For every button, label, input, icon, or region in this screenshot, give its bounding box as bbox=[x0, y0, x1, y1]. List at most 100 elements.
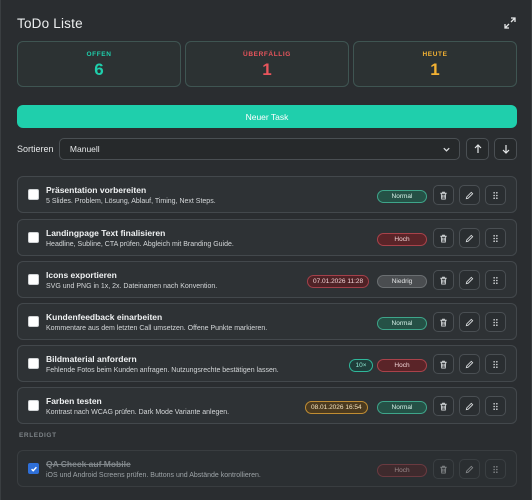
task-title: Bildmaterial anfordern bbox=[46, 354, 137, 364]
task-description: SVG und PNG in 1x, 2x. Dateinamen nach K… bbox=[46, 283, 218, 290]
task-description: Headline, Subline, CTA prüfen. Abgleich … bbox=[46, 241, 234, 248]
grip-icon bbox=[493, 234, 498, 242]
task-actions bbox=[433, 185, 506, 205]
task-actions bbox=[433, 354, 506, 374]
drag-handle[interactable] bbox=[485, 459, 506, 479]
edit-button[interactable] bbox=[459, 270, 480, 290]
stat-value: 1 bbox=[430, 59, 440, 79]
delete-button[interactable] bbox=[433, 354, 454, 374]
task-checkbox-checked[interactable] bbox=[28, 463, 39, 474]
arrow-down-icon bbox=[502, 144, 509, 154]
task-item[interactable]: Landingpage Text finalisieren Headline, … bbox=[17, 219, 517, 256]
header: ToDo Liste bbox=[17, 13, 517, 33]
edit-button[interactable] bbox=[459, 354, 480, 374]
sort-ascending-button[interactable] bbox=[466, 137, 490, 160]
drag-handle[interactable] bbox=[485, 270, 506, 290]
edit-button[interactable] bbox=[459, 228, 480, 248]
pencil-icon bbox=[465, 191, 474, 199]
stat-open: OFFEN 6 bbox=[17, 41, 181, 87]
drag-handle[interactable] bbox=[485, 185, 506, 205]
stat-label: HEUTE bbox=[422, 50, 448, 58]
grip-icon bbox=[493, 360, 498, 368]
task-title: QA Check auf Mobile bbox=[46, 459, 131, 469]
priority-badge: Normal bbox=[377, 317, 427, 330]
grip-icon bbox=[493, 276, 498, 284]
page-title: ToDo Liste bbox=[17, 15, 83, 31]
task-description: iOS und Android Screens prüfen. Buttons … bbox=[46, 472, 261, 479]
trash-icon bbox=[440, 465, 447, 474]
delete-button[interactable] bbox=[433, 270, 454, 290]
new-task-button[interactable]: Neuer Task bbox=[17, 105, 517, 128]
delete-button[interactable] bbox=[433, 312, 454, 332]
task-item[interactable]: Farben testen Kontrast nach WCAG prüfen.… bbox=[17, 387, 517, 424]
grip-icon bbox=[493, 402, 498, 410]
task-checkbox[interactable] bbox=[28, 316, 39, 327]
grip-icon bbox=[493, 465, 498, 473]
expand-icon[interactable] bbox=[503, 16, 517, 30]
edit-button[interactable] bbox=[459, 312, 480, 332]
task-item[interactable]: Bildmaterial anfordern Fehlende Fotos be… bbox=[17, 345, 517, 382]
task-item[interactable]: Icons exportieren SVG und PNG in 1x, 2x.… bbox=[17, 261, 517, 298]
task-description: 5 Slides. Problem, Lösung, Ablauf, Timin… bbox=[46, 198, 216, 205]
task-item[interactable]: Kundenfeedback einarbeiten Kommentare au… bbox=[17, 303, 517, 340]
stats-row: OFFEN 6 ÜBERFÄLLIG 1 HEUTE 1 bbox=[17, 41, 517, 87]
stat-label: ÜBERFÄLLIG bbox=[243, 50, 291, 58]
task-checkbox[interactable] bbox=[28, 274, 39, 285]
delete-button[interactable] bbox=[433, 396, 454, 416]
edit-button[interactable] bbox=[459, 185, 480, 205]
todo-app: ToDo Liste OFFEN 6 ÜBERFÄLLIG 1 HEUTE 1 … bbox=[0, 0, 532, 500]
sort-label: Sortieren bbox=[17, 143, 54, 154]
priority-badge: Normal bbox=[377, 190, 427, 203]
task-checkbox[interactable] bbox=[28, 189, 39, 200]
stat-label: OFFEN bbox=[86, 50, 112, 58]
priority-badge: Niedrig bbox=[377, 275, 427, 288]
pencil-icon bbox=[465, 318, 474, 326]
task-actions bbox=[433, 270, 506, 290]
checkmark-icon bbox=[30, 466, 37, 472]
task-actions bbox=[433, 459, 506, 479]
task-description: Kontrast nach WCAG prüfen. Dark Mode Var… bbox=[46, 409, 230, 416]
trash-icon bbox=[440, 402, 447, 411]
edit-button[interactable] bbox=[459, 396, 480, 416]
repeat-count-badge: 10× bbox=[349, 359, 373, 372]
done-task-item[interactable]: QA Check auf Mobile iOS und Android Scre… bbox=[17, 450, 517, 487]
task-actions bbox=[433, 228, 506, 248]
priority-badge: Hoch bbox=[377, 359, 427, 372]
task-title: Kundenfeedback einarbeiten bbox=[46, 312, 163, 322]
pencil-icon bbox=[465, 234, 474, 242]
sort-select-value: Manuell bbox=[69, 143, 100, 154]
chevron-down-icon bbox=[443, 147, 450, 152]
due-date-badge: 08.01.2026 16:54 bbox=[305, 401, 368, 414]
drag-handle[interactable] bbox=[485, 228, 506, 248]
task-checkbox[interactable] bbox=[28, 400, 39, 411]
task-title: Landingpage Text finalisieren bbox=[46, 228, 166, 238]
task-description: Kommentare aus dem letzten Call umsetzen… bbox=[46, 325, 268, 332]
delete-button[interactable] bbox=[433, 185, 454, 205]
delete-button[interactable] bbox=[433, 459, 454, 479]
sort-descending-button[interactable] bbox=[494, 137, 517, 160]
trash-icon bbox=[440, 318, 447, 327]
grip-icon bbox=[493, 191, 498, 199]
delete-button[interactable] bbox=[433, 228, 454, 248]
grip-icon bbox=[493, 318, 498, 326]
done-section-heading: ERLEDIGT bbox=[19, 432, 57, 439]
task-description: Fehlende Fotos beim Kunden anfragen. Nut… bbox=[46, 367, 279, 374]
sort-row: Sortieren Manuell bbox=[17, 137, 517, 160]
task-checkbox[interactable] bbox=[28, 232, 39, 243]
task-actions bbox=[433, 312, 506, 332]
task-item[interactable]: Präsentation vorbereiten 5 Slides. Probl… bbox=[17, 176, 517, 213]
trash-icon bbox=[440, 360, 447, 369]
trash-icon bbox=[440, 191, 447, 200]
task-checkbox[interactable] bbox=[28, 358, 39, 369]
drag-handle[interactable] bbox=[485, 312, 506, 332]
trash-icon bbox=[440, 276, 447, 285]
pencil-icon bbox=[465, 276, 474, 284]
drag-handle[interactable] bbox=[485, 354, 506, 374]
pencil-icon bbox=[465, 465, 474, 473]
trash-icon bbox=[440, 234, 447, 243]
edit-button[interactable] bbox=[459, 459, 480, 479]
task-title: Farben testen bbox=[46, 396, 102, 406]
sort-select[interactable]: Manuell bbox=[58, 137, 461, 160]
pencil-icon bbox=[465, 360, 474, 368]
drag-handle[interactable] bbox=[485, 396, 506, 416]
